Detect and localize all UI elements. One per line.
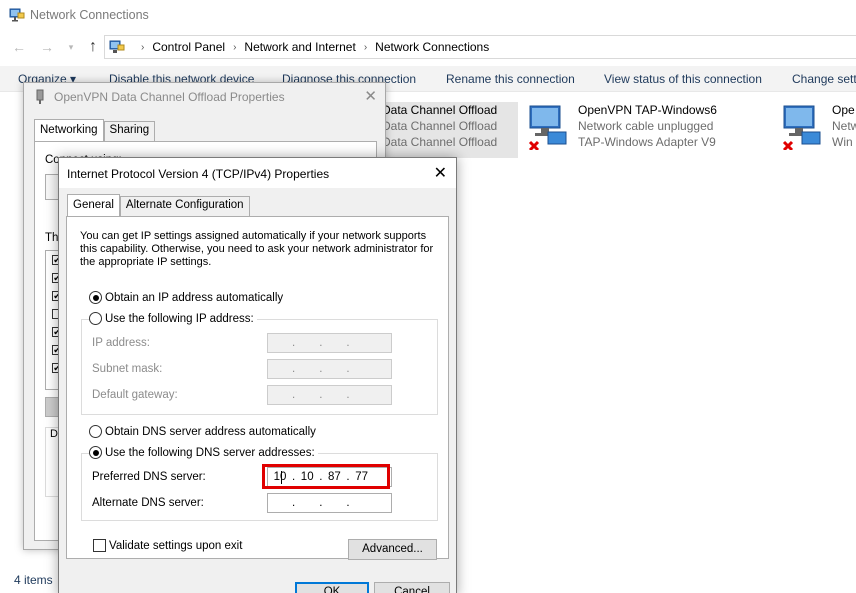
network-adapter-icon — [782, 105, 821, 150]
breadcrumb-separator-icon: › — [363, 41, 368, 53]
network-adapter-icon — [36, 89, 44, 104]
close-icon[interactable]: ✕ — [364, 87, 377, 105]
close-icon[interactable]: ✕ — [434, 163, 447, 183]
adapter-device: TAP-Windows Adapter V9 — [578, 135, 716, 149]
window-title: Network Connections — [30, 8, 149, 22]
breadcrumb-separator-icon: › — [141, 41, 145, 53]
use-following-ip-radio[interactable]: Use the following IP address: — [89, 312, 257, 325]
adapter-text: Ope Netw Win — [832, 102, 856, 150]
adapter-device: Win — [832, 135, 853, 149]
view-status-command[interactable]: View status of this connection — [604, 72, 762, 86]
preferred-dns-highlight — [262, 464, 390, 489]
breadcrumb-network-and-internet[interactable]: Network and Internet — [244, 40, 355, 54]
change-settings-command[interactable]: Change setti — [792, 72, 856, 86]
subnet-mask-field[interactable]: ... — [267, 359, 392, 379]
preferred-dns-label: Preferred DNS server: — [92, 471, 206, 483]
validate-settings-checkbox[interactable]: Validate settings upon exit — [93, 539, 242, 552]
back-arrow-icon[interactable]: ← — [10, 38, 28, 56]
breadcrumb-separator-icon: › — [233, 41, 237, 53]
alternate-dns-label: Alternate DNS server: — [92, 497, 204, 509]
status-bar-item-count: 4 items — [14, 573, 53, 587]
breadcrumb: › Control Panel › Network and Internet ›… — [133, 40, 489, 54]
ip-address-label: IP address: — [92, 337, 150, 349]
radio-selected-icon[interactable] — [89, 291, 102, 304]
alternate-dns-field[interactable]: ... — [267, 493, 392, 513]
obtain-ip-auto-label: Obtain an IP address automatically — [105, 291, 284, 304]
adapter-status: Netw — [832, 119, 856, 133]
validate-settings-label: Validate settings upon exit — [109, 539, 243, 552]
control-panel-icon — [109, 40, 125, 53]
tab-general[interactable]: General — [67, 194, 120, 216]
radio-unselected-icon[interactable] — [89, 425, 102, 438]
components-label: Th — [45, 232, 59, 244]
adapter-status: Data Channel Offload — [382, 119, 498, 133]
rename-command[interactable]: Rename this connection — [446, 72, 575, 86]
dialog-titlebar: Internet Protocol Version 4 (TCP/IPv4) P… — [59, 158, 456, 188]
tab-networking[interactable]: Networking — [34, 119, 104, 141]
use-following-dns-label: Use the following DNS server addresses: — [105, 446, 315, 459]
obtain-dns-auto-label: Obtain DNS server address automatically — [105, 425, 316, 438]
tab-alternate-configuration[interactable]: Alternate Configuration — [119, 196, 250, 216]
use-following-dns-radio[interactable]: Use the following DNS server addresses: — [89, 446, 318, 459]
tab-sharing[interactable]: Sharing — [103, 121, 156, 141]
radio-unselected-icon[interactable] — [89, 312, 102, 325]
intro-text: You can get IP settings assigned automat… — [80, 230, 434, 268]
ipv4-properties-dialog: Internet Protocol Version 4 (TCP/IPv4) P… — [58, 157, 457, 593]
recent-locations-chevron-icon[interactable]: ▾ — [62, 38, 80, 56]
ip-address-field[interactable]: ... — [267, 333, 392, 353]
default-gateway-field[interactable]: ... — [267, 385, 392, 405]
up-arrow-icon[interactable]: ↑ — [84, 38, 102, 56]
subnet-mask-label: Subnet mask: — [92, 363, 163, 375]
address-bar[interactable]: › Control Panel › Network and Internet ›… — [104, 35, 856, 59]
adapter-name: Ope — [832, 103, 855, 117]
forward-arrow-icon[interactable]: → — [38, 38, 56, 56]
description-label: D — [50, 428, 58, 440]
adapter-text: Data Channel Offload Data Channel Offloa… — [382, 102, 497, 150]
breadcrumb-control-panel[interactable]: Control Panel — [152, 40, 225, 54]
dialog-title: OpenVPN Data Channel Offload Properties — [54, 90, 285, 104]
dialog-title: Internet Protocol Version 4 (TCP/IPv4) P… — [67, 167, 330, 181]
obtain-ip-auto-radio[interactable]: Obtain an IP address automatically — [89, 291, 283, 304]
adapter-text: OpenVPN TAP-Windows6 Network cable unplu… — [578, 102, 717, 150]
tab-bar: General Alternate Configuration — [67, 194, 250, 216]
adapter-name: OpenVPN TAP-Windows6 — [578, 103, 717, 117]
ok-button[interactable]: OK — [295, 582, 369, 593]
navigation-bar: ← → ▾ ↑ › Control Panel › Network and In… — [0, 32, 856, 62]
obtain-dns-auto-radio[interactable]: Obtain DNS server address automatically — [89, 425, 316, 438]
network-connections-icon — [9, 8, 25, 22]
advanced-button[interactable]: Advanced... — [348, 539, 437, 560]
breadcrumb-network-connections[interactable]: Network Connections — [375, 40, 489, 54]
use-following-ip-label: Use the following IP address: — [105, 312, 254, 325]
general-panel: You can get IP settings assigned automat… — [66, 216, 449, 560]
default-gateway-label: Default gateway: — [92, 389, 178, 401]
adapter-name: Data Channel Offload — [382, 103, 498, 117]
checkbox-unchecked-icon[interactable] — [93, 539, 106, 552]
window-titlebar: Network Connections — [0, 0, 856, 32]
adapter-third[interactable]: Ope Netw Win — [780, 102, 856, 158]
radio-selected-icon[interactable] — [89, 446, 102, 459]
adapter-device: Data Channel Offload — [382, 135, 498, 149]
tab-bar: Networking Sharing — [34, 119, 156, 141]
adapter-openvpn-tap[interactable]: OpenVPN TAP-Windows6 Network cable unplu… — [526, 102, 746, 158]
network-adapter-icon — [528, 105, 567, 150]
adapter-status: Network cable unplugged — [578, 119, 714, 133]
cancel-button[interactable]: Cancel — [374, 582, 450, 593]
